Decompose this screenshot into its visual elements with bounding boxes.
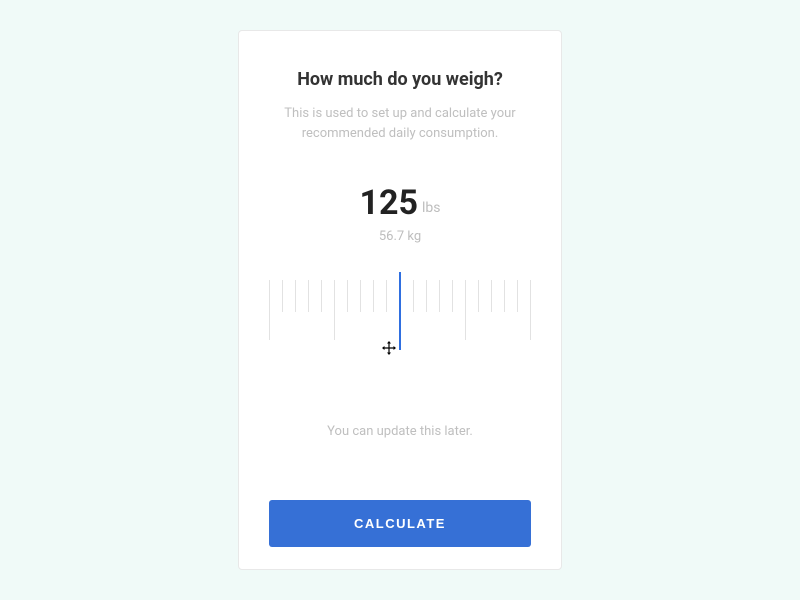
ruler-tick — [308, 280, 309, 312]
weight-slider[interactable] — [269, 272, 531, 362]
card-subtitle: This is used to set up and calculate you… — [269, 104, 531, 143]
ruler-tick — [282, 280, 283, 312]
slider-indicator — [399, 272, 401, 350]
weight-value: 125 — [359, 183, 418, 223]
ruler-tick — [478, 280, 479, 312]
ruler-tick — [530, 280, 531, 340]
ruler-tick — [426, 280, 427, 312]
weight-input-card: How much do you weigh? This is used to s… — [238, 30, 562, 570]
ruler-tick — [269, 280, 270, 340]
ruler-tick — [452, 280, 453, 312]
ruler-tick — [517, 280, 518, 312]
ruler-tick — [347, 280, 348, 312]
ruler-tick — [295, 280, 296, 312]
ruler-tick — [491, 280, 492, 312]
weight-alt-value: 56.7 kg — [379, 229, 421, 244]
weight-unit: lbs — [422, 200, 441, 216]
card-title: How much do you weigh? — [297, 69, 503, 90]
footnote: You can update this later. — [327, 424, 473, 439]
calculate-button[interactable]: CALCULATE — [269, 500, 531, 547]
ruler-tick — [386, 280, 387, 312]
ruler-tick — [321, 280, 322, 312]
ruler-tick — [465, 280, 466, 340]
ruler-tick — [413, 280, 414, 312]
weight-display: 125lbs — [359, 183, 440, 223]
ruler-tick — [334, 280, 335, 340]
ruler-tick — [373, 280, 374, 312]
ruler-tick — [504, 280, 505, 312]
move-cursor-icon — [382, 340, 396, 354]
ruler-tick — [439, 280, 440, 312]
ruler-tick — [360, 280, 361, 312]
